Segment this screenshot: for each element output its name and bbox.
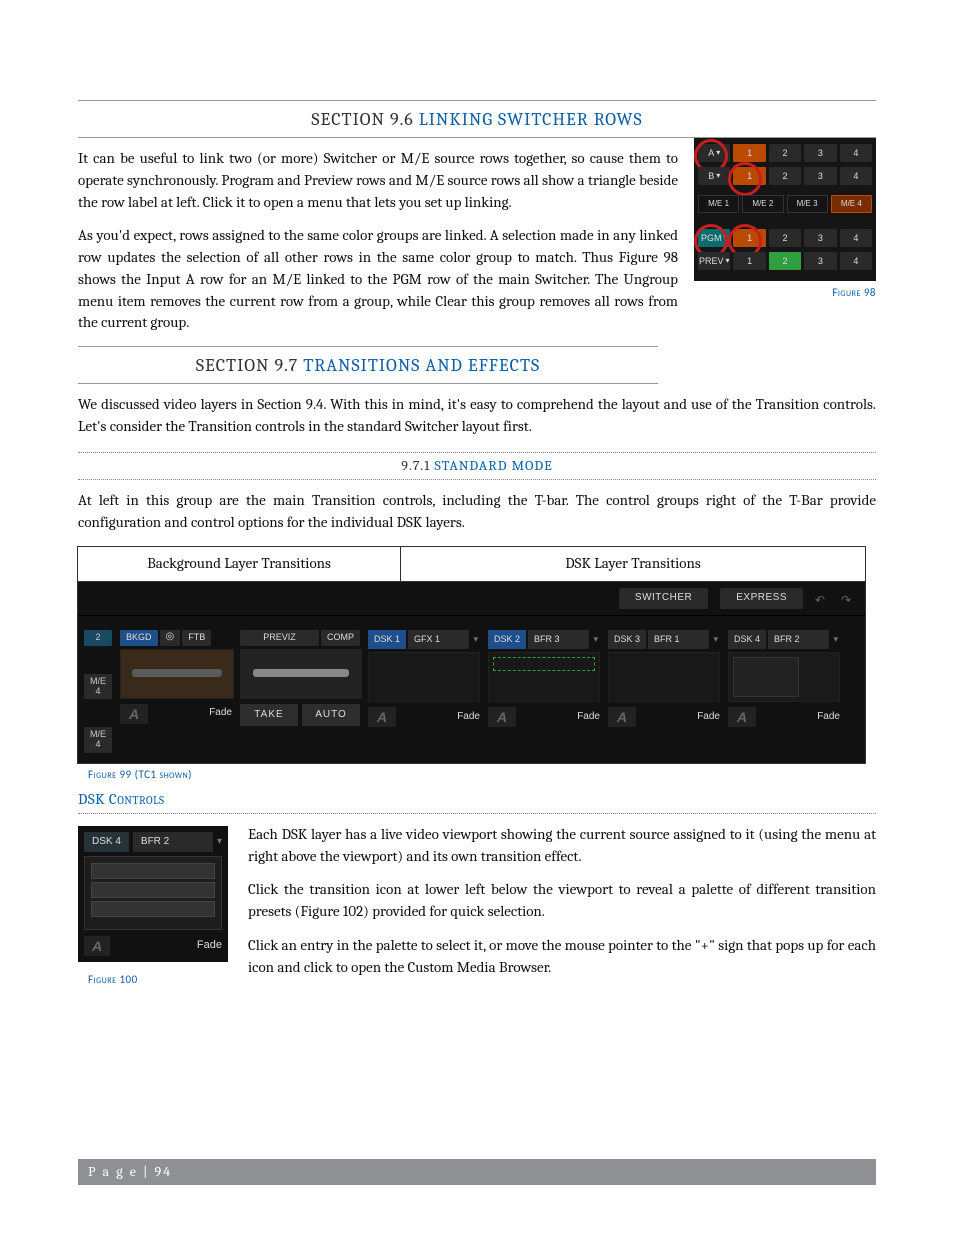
fig98-pgm-3: 3 [804, 229, 836, 247]
dsk4-viewport [728, 652, 840, 702]
fig98-row-a-2: 2 [769, 144, 801, 162]
fig98-pgm-label: PGM [698, 229, 730, 247]
section-9-6-title: SECTION 9.6 LINKING SWITCHER ROWS [78, 107, 876, 133]
tab-express[interactable]: EXPRESS [720, 588, 803, 609]
dsk2-label[interactable]: DSK 2 [488, 630, 526, 649]
fig98-pgm-2: 2 [769, 229, 801, 247]
dsk3-viewport [608, 652, 720, 702]
figure-98-caption: Figure 98 [694, 285, 876, 301]
fig98-prev-4: 4 [840, 252, 872, 270]
bkgd-group: BKGD FTB A Fade [120, 630, 232, 753]
section-9-7-1-name: STANDARD MODE [434, 457, 552, 474]
fig98-row-b-1: 1 [733, 167, 765, 185]
fig99-header-right: DSK Layer Transitions [401, 547, 865, 581]
transition-a-icon[interactable]: A [120, 704, 148, 724]
dsk3-fade-label: Fade [697, 710, 720, 725]
figure-100-caption: Figure 100 [88, 972, 228, 988]
fig98-me-1: M/E 1 [698, 195, 739, 213]
take-button[interactable]: TAKE [240, 704, 298, 727]
fig98-row-b-3: 3 [804, 167, 836, 185]
figure-98: A 1 2 3 4 B 1 2 3 4 M/E 1 M/E 2 M/E 3 M/… [694, 138, 876, 301]
fig98-prev-1: 1 [733, 252, 765, 270]
dsk3-label[interactable]: DSK 3 [608, 630, 646, 649]
chevron-down-icon[interactable]: ▾ [471, 633, 480, 646]
dsk-controls-heading: DSK Controls [78, 789, 876, 814]
dsk2-group: DSK 2 BFR 3 ▾ A Fade [488, 630, 600, 753]
section-9-7-name: TRANSITIONS AND EFFECTS [303, 355, 540, 376]
dsk1-label[interactable]: DSK 1 [368, 630, 406, 649]
fig98-prev-2: 2 [769, 252, 801, 270]
fig98-row-b-2: 2 [769, 167, 801, 185]
fig98-pgm-4: 4 [840, 229, 872, 247]
slot-2[interactable]: 2 [84, 630, 112, 646]
section-9-7-title: SECTION 9.7 TRANSITIONS AND EFFECTS [78, 353, 658, 379]
dsk4-label[interactable]: DSK 4 [728, 630, 766, 649]
section-9-7-1-num: 9.7.1 [401, 457, 430, 474]
dsk4-group: DSK 4 BFR 2 ▾ A Fade [728, 630, 840, 753]
para-3: We discussed video layers in Section 9.4… [78, 394, 876, 438]
dsk4-transition-icon[interactable]: A [728, 707, 756, 727]
figure-99-caption: Figure 99 (TC1 shown) [88, 767, 876, 783]
para-4: At left in this group are the main Trans… [78, 490, 876, 534]
chevron-down-icon[interactable]: ▾ [591, 633, 600, 646]
comp-button[interactable]: COMP [321, 630, 360, 646]
redo-icon[interactable] [841, 592, 855, 604]
previz-button[interactable]: PREVIZ [240, 630, 319, 646]
chevron-down-icon[interactable]: ▾ [711, 633, 720, 646]
bkgd-fade-label: Fade [209, 706, 232, 721]
dsk3-group: DSK 3 BFR 1 ▾ A Fade [608, 630, 720, 753]
fig99-header-left: Background Layer Transitions [78, 547, 401, 581]
chevron-down-icon[interactable]: ▾ [831, 633, 840, 646]
dsk1-source[interactable]: GFX 1 [408, 630, 469, 649]
bkgd-button[interactable]: BKGD [120, 630, 158, 646]
chevron-down-icon[interactable]: ▾ [217, 835, 222, 850]
fig98-row-a-1: 1 [733, 144, 765, 162]
fig98-prev-3: 3 [804, 252, 836, 270]
figure-99: Background Layer Transitions DSK Layer T… [78, 547, 876, 783]
fig98-row-a-label: A [698, 144, 730, 162]
fig98-row-a-3: 3 [804, 144, 836, 162]
slot-me4-a[interactable]: M/E 4 [84, 674, 112, 700]
section-9-7-1-title: 9.7.1 STANDARD MODE [78, 452, 876, 480]
slot-me4-b[interactable]: M/E 4 [84, 727, 112, 753]
auto-button[interactable]: AUTO [302, 704, 360, 727]
fig100-fade-label: Fade [197, 938, 222, 954]
dsk4-source[interactable]: BFR 2 [768, 630, 829, 649]
fig98-row-b-label: B [698, 167, 730, 185]
fig98-me-4: M/E 4 [831, 195, 872, 213]
dsk4-fade-label: Fade [817, 710, 840, 725]
dsk3-source[interactable]: BFR 1 [648, 630, 709, 649]
fig98-row-a-4: 4 [840, 144, 872, 162]
bkgd-thumbnail [120, 649, 234, 699]
section-9-6-num: SECTION 9.6 [311, 109, 413, 130]
figure-100: DSK 4 BFR 2 ▾ A Fade Figure 100 [78, 826, 228, 988]
previz-group: PREVIZ COMP TAKE AUTO [240, 630, 360, 753]
dsk1-group: DSK 1 GFX 1 ▾ A Fade [368, 630, 480, 753]
dsk2-viewport [488, 652, 600, 702]
dsk2-source[interactable]: BFR 3 [528, 630, 589, 649]
section-9-7-num: SECTION 9.7 [196, 355, 298, 376]
fig98-prev-label: PREV [698, 252, 730, 270]
fig100-viewport [84, 856, 222, 930]
eye-icon[interactable] [160, 630, 181, 646]
dsk1-fade-label: Fade [457, 710, 480, 725]
section-9-6-name: LINKING SWITCHER ROWS [419, 109, 643, 130]
page-footer: P a g e | 94 [78, 1159, 876, 1185]
ftb-button[interactable]: FTB [182, 630, 211, 646]
dsk2-fade-label: Fade [577, 710, 600, 725]
fig100-transition-icon[interactable]: A [84, 936, 110, 956]
tbar-thumbnail[interactable] [240, 649, 362, 699]
fig98-pgm-1: 1 [733, 229, 765, 247]
fig100-dsk-label[interactable]: DSK 4 [84, 832, 129, 853]
tab-switcher[interactable]: SWITCHER [619, 588, 708, 609]
fig98-me-2: M/E 2 [742, 195, 783, 213]
dsk1-transition-icon[interactable]: A [368, 707, 396, 727]
fig98-row-b-4: 4 [840, 167, 872, 185]
dsk3-transition-icon[interactable]: A [608, 707, 636, 727]
fig98-me-3: M/E 3 [787, 195, 828, 213]
fig100-source[interactable]: BFR 2 [133, 832, 213, 853]
dsk2-transition-icon[interactable]: A [488, 707, 516, 727]
dsk1-viewport [368, 652, 480, 702]
undo-icon[interactable] [815, 592, 829, 604]
